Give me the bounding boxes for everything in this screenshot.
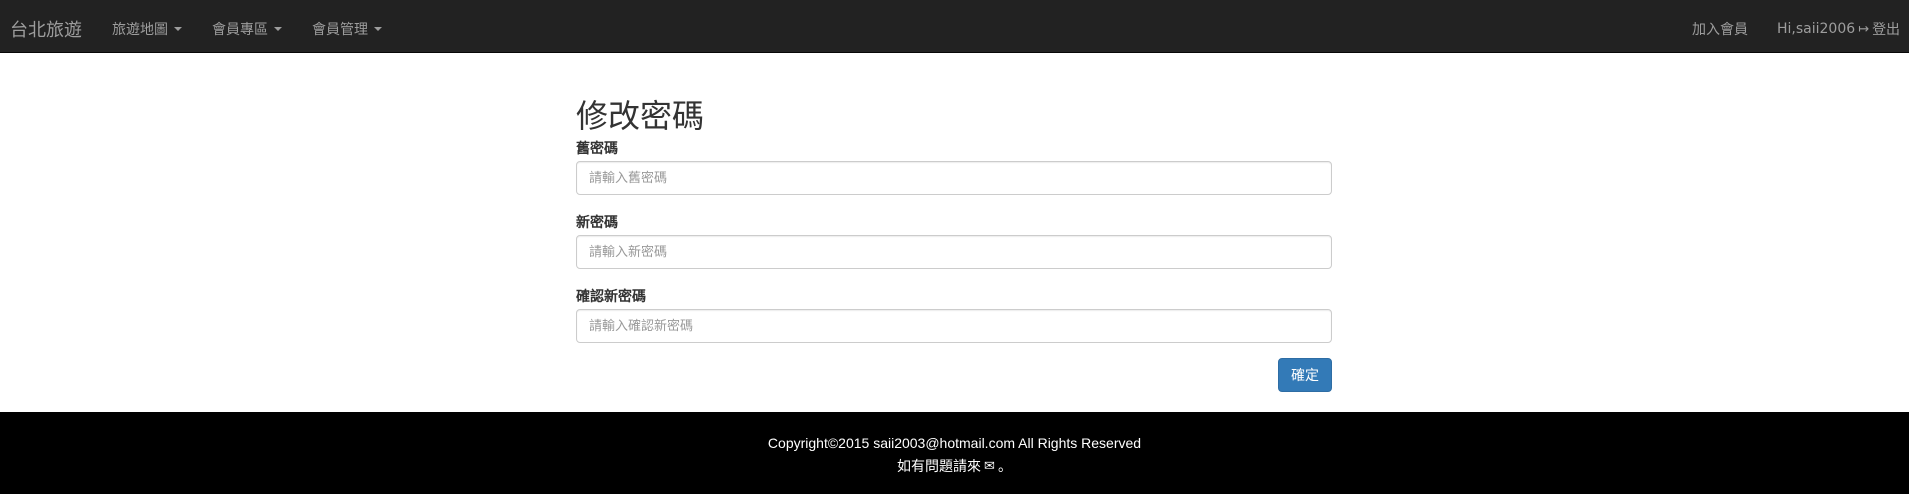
join-member-link[interactable]: 加入會員 <box>1692 19 1748 39</box>
mail-icon[interactable]: ✉ <box>984 459 995 474</box>
footer-copyright: Copyright©2015 saii2003@hotmail.com All … <box>767 435 1142 451</box>
contact-suffix: 。 <box>997 459 1012 475</box>
submit-button[interactable]: 確定 <box>1278 358 1332 392</box>
old-password-input[interactable] <box>576 161 1332 195</box>
caret-down-icon <box>174 27 182 31</box>
logout-icon: ↦ <box>1858 21 1870 37</box>
confirm-password-input[interactable] <box>576 309 1332 343</box>
user-logout-link[interactable]: Hi,saii2006 ↦ 登出 <box>1777 19 1900 39</box>
page-title: 修改密碼 <box>576 97 705 135</box>
new-password-input[interactable] <box>576 235 1332 269</box>
caret-down-icon <box>274 27 282 31</box>
footer: Copyright©2015 saii2003@hotmail.com All … <box>0 412 1909 494</box>
user-greeting: Hi,saii2006 <box>1777 21 1856 37</box>
logout-label: 登出 <box>1872 22 1901 38</box>
menu-member-management-label: 會員管理 <box>312 22 368 38</box>
contact-prefix: 如有問題請來 <box>897 459 982 475</box>
brand-link[interactable]: 台北旅遊 <box>10 16 82 42</box>
menu-member-area-label: 會員專區 <box>212 22 268 38</box>
navbar: 台北旅遊 旅遊地圖 會員專區 會員管理 加入會員 Hi,saii2006 ↦ 登… <box>0 0 1909 53</box>
menu-travel-map-label: 旅遊地圖 <box>112 22 168 38</box>
caret-down-icon <box>374 27 382 31</box>
new-password-label: 新密碼 <box>576 215 618 231</box>
footer-contact: 如有問題請來 ✉ 。 <box>0 456 1909 476</box>
menu-member-management[interactable]: 會員管理 <box>312 19 382 39</box>
old-password-label: 舊密碼 <box>576 141 618 157</box>
confirm-password-label: 確認新密碼 <box>576 289 646 305</box>
menu-travel-map[interactable]: 旅遊地圖 <box>112 19 182 39</box>
menu-member-area[interactable]: 會員專區 <box>212 19 282 39</box>
